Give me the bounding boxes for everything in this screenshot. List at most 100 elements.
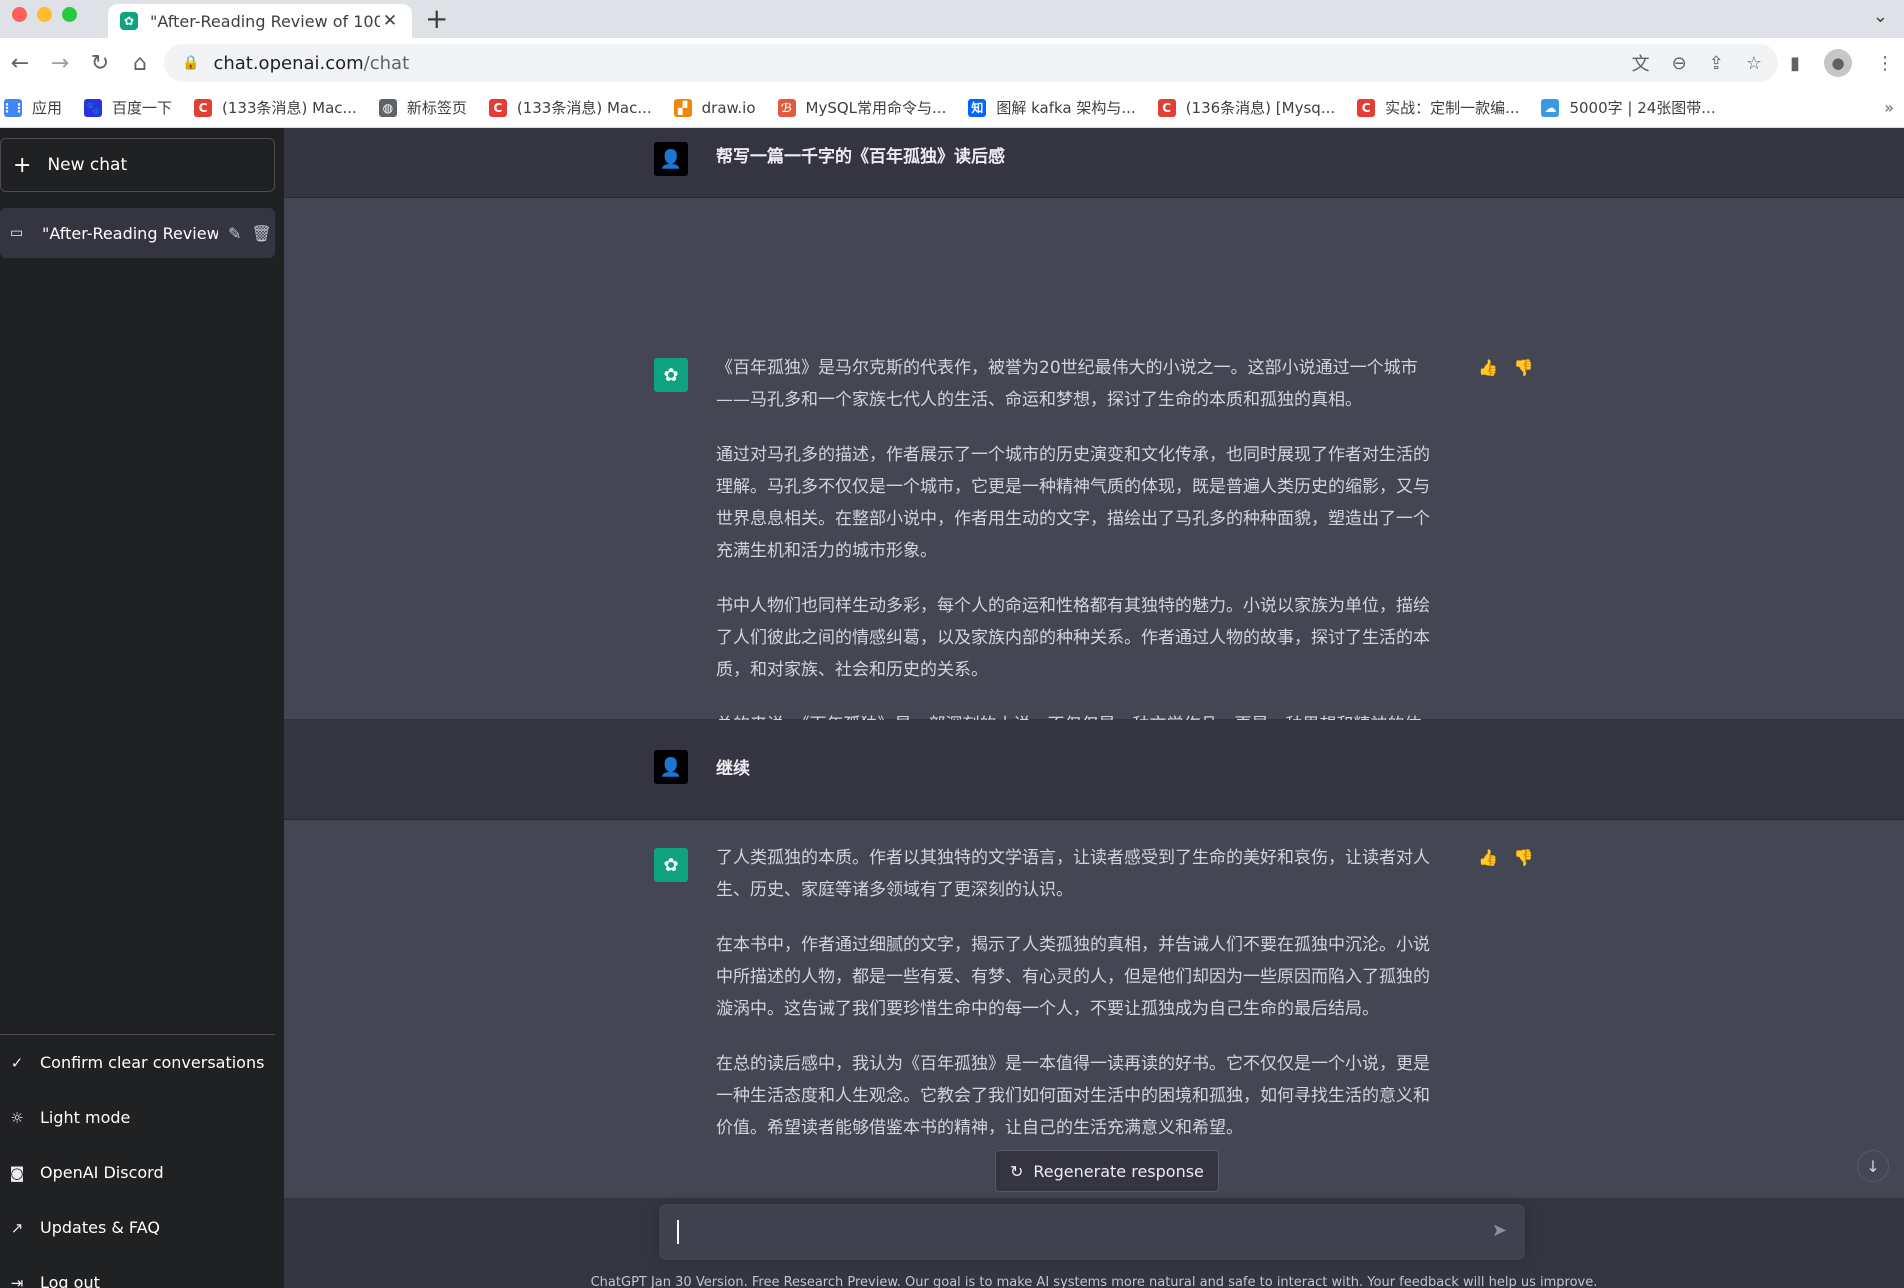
bookmarks-overflow-icon[interactable]: » bbox=[1884, 98, 1894, 117]
chat-bubble-icon: ▭ bbox=[10, 225, 24, 241]
plus-icon: + bbox=[13, 152, 32, 178]
assistant-paragraph: 书中人物们也同样生动多彩，每个人的命运和性格都有其独特的魅力。小说以家族为单位，… bbox=[716, 596, 1430, 680]
drawio-icon: ▞ bbox=[673, 98, 692, 117]
zoom-icon[interactable]: ⊖ bbox=[1672, 53, 1687, 74]
bookmark-label: draw.io bbox=[701, 98, 756, 117]
check-icon: ✓ bbox=[10, 1053, 24, 1072]
csdn-icon: C bbox=[194, 98, 213, 117]
bookmark-label: 实战：定制一款编... bbox=[1385, 99, 1520, 117]
sidebar-item-log-out[interactable]: ⇥ Log out bbox=[0, 1255, 275, 1288]
jianshu-icon: ℬ bbox=[777, 98, 796, 117]
thumbs-up-icon[interactable]: 👍 bbox=[1478, 848, 1498, 867]
browser-menu-icon[interactable]: ⋮ bbox=[1876, 53, 1894, 74]
edit-pencil-icon[interactable]: ✎ bbox=[228, 224, 241, 243]
window-zoom-button[interactable] bbox=[62, 7, 77, 22]
assistant-paragraph: 在总的读后感中，我认为《百年孤独》是一本值得一读再读的好书。它不仅仅是一个小说，… bbox=[716, 1054, 1430, 1138]
csdn-icon: C bbox=[1357, 98, 1376, 117]
browser-tab-strip: ✿ "After-Reading Review of 100 ✕ + ⌄ bbox=[0, 0, 1904, 38]
apps-grid-icon: ⋮⋮ bbox=[1, 98, 25, 117]
bookmark-label: 新标签页 bbox=[406, 99, 467, 117]
user-message-text: 帮写一篇一千字的《百年孤独》读后感 bbox=[716, 147, 1005, 167]
openai-logo-icon: ✿ bbox=[654, 358, 688, 392]
zhihu-icon: 知 bbox=[968, 98, 987, 117]
bookmark-label: 5000字 | 24张图带... bbox=[1569, 99, 1716, 117]
assistant-message-text: 了人类孤独的本质。作者以其独特的文学语言，让读者感受到了生命的美好和哀伤，让读者… bbox=[716, 842, 1446, 1167]
new-tab-button[interactable]: + bbox=[425, 4, 448, 34]
sidebar-item-confirm-clear-conversations[interactable]: ✓ Confirm clear conversations bbox=[0, 1035, 275, 1090]
browser-tab-active[interactable]: ✿ "After-Reading Review of 100 ✕ bbox=[108, 4, 412, 38]
sidebar-item-label: Confirm clear conversations bbox=[40, 1053, 265, 1072]
sidebar-item-updates-faq[interactable]: ↗ Updates & FAQ bbox=[0, 1200, 275, 1255]
bookmark-item[interactable]: ⋮⋮ 应用 bbox=[1, 97, 63, 118]
user-avatar-icon: 👤 bbox=[654, 142, 688, 176]
send-paper-plane-icon[interactable]: ➤ bbox=[1492, 1220, 1507, 1241]
tab-search-chevron-icon[interactable]: ⌄ bbox=[1873, 6, 1888, 27]
bookmark-item[interactable]: C (133条消息) Mac... bbox=[488, 97, 652, 118]
chat-area: 👤 帮写一篇一千字的《百年孤独》读后感 ✿ 《百年孤独》是马尔克斯的代表作，被誉… bbox=[284, 128, 1904, 1288]
bookmark-item[interactable]: ▞ draw.io bbox=[673, 98, 756, 117]
message-input[interactable] bbox=[677, 1222, 1457, 1242]
bookmark-label: 应用 bbox=[32, 99, 63, 117]
text-caret bbox=[677, 1220, 679, 1244]
bookmark-star-icon[interactable]: ☆ bbox=[1746, 53, 1762, 74]
csdn-icon: C bbox=[1157, 98, 1176, 117]
sidebar-item-label: Updates & FAQ bbox=[40, 1218, 160, 1237]
regenerate-response-button[interactable]: ↻ Regenerate response bbox=[995, 1150, 1219, 1192]
bookmark-item[interactable]: ☁ 5000字 | 24张图带... bbox=[1541, 97, 1716, 118]
window-minimize-button[interactable] bbox=[37, 7, 52, 22]
share-icon[interactable]: ⇪ bbox=[1709, 53, 1724, 74]
sidebar-item-light-mode[interactable]: ☼ Light mode bbox=[0, 1090, 275, 1145]
sidebar: + New chat ▭ "After-Reading Review ✎ 🗑 ✓… bbox=[0, 128, 284, 1288]
back-arrow-icon[interactable]: ← bbox=[0, 51, 40, 76]
bookmark-item[interactable]: C 实战：定制一款编... bbox=[1357, 97, 1519, 118]
reload-icon[interactable]: ↻ bbox=[80, 51, 120, 76]
sidebar-item-label: Light mode bbox=[40, 1108, 131, 1127]
openai-logo-icon: ✿ bbox=[654, 848, 688, 882]
bookmark-item[interactable]: ℬ MySQL常用命令与... bbox=[777, 97, 947, 118]
lock-icon[interactable]: 🔒 bbox=[182, 55, 199, 71]
new-chat-label: New chat bbox=[47, 155, 128, 175]
browser-toolbar: ← → ↻ ⌂ 🔒 chat.openai.com/chat 文 ⊖ ⇪ ☆ ▮… bbox=[0, 38, 1904, 88]
translate-icon[interactable]: 文 bbox=[1632, 50, 1650, 76]
bookmark-item[interactable]: 🐾 百度一下 bbox=[84, 97, 172, 118]
home-icon[interactable]: ⌂ bbox=[120, 51, 160, 76]
bookmark-item[interactable]: 知图解 kafka 架构与... bbox=[968, 97, 1136, 118]
user-message-text: 继续 bbox=[716, 759, 750, 779]
thumbs-down-icon[interactable]: 👎 bbox=[1514, 358, 1534, 377]
tab-title: "After-Reading Review of 100 bbox=[150, 11, 380, 31]
bookmark-label: MySQL常用命令与... bbox=[805, 99, 947, 117]
forward-arrow-icon[interactable]: → bbox=[40, 51, 80, 76]
globe-icon: ◍ bbox=[378, 98, 397, 117]
sidebar-item-label: Log out bbox=[40, 1273, 100, 1288]
trash-icon[interactable]: 🗑 bbox=[251, 224, 271, 243]
address-bar[interactable]: 🔒 chat.openai.com/chat 文 ⊖ ⇪ ☆ bbox=[164, 44, 1778, 82]
user-message: 👤 帮写一篇一千字的《百年孤独》读后感 bbox=[284, 128, 1904, 198]
thumbs-down-icon[interactable]: 👎 bbox=[1514, 848, 1534, 867]
csdn-icon: C bbox=[488, 98, 507, 117]
side-panel-icon[interactable]: ▮ bbox=[1790, 53, 1800, 74]
assistant-paragraph: 在本书中，作者通过细腻的文字，揭示了人类孤独的真相，并告诫人们不要在孤独中沉沦。… bbox=[716, 935, 1430, 1019]
conversation-item[interactable]: ▭ "After-Reading Review ✎ 🗑 bbox=[0, 208, 275, 258]
window-close-button[interactable] bbox=[12, 7, 27, 22]
url-host: chat.openai.com bbox=[213, 52, 364, 74]
openai-favicon-icon: ✿ bbox=[120, 12, 138, 30]
bookmark-label: (133条消息) Mac... bbox=[516, 99, 652, 117]
bookmark-label: (133条消息) Mac... bbox=[222, 99, 357, 117]
tab-close-icon[interactable]: ✕ bbox=[380, 11, 400, 31]
bookmark-item[interactable]: ◍ 新标签页 bbox=[378, 97, 467, 118]
bookmark-item[interactable]: C (136条消息) [Mysq... bbox=[1157, 97, 1335, 118]
profile-avatar-icon[interactable]: ● bbox=[1824, 49, 1852, 77]
thumbs-up-icon[interactable]: 👍 bbox=[1478, 358, 1498, 377]
scroll-to-bottom-button[interactable]: ↓ bbox=[1857, 1150, 1889, 1182]
message-input-box[interactable]: ➤ bbox=[659, 1204, 1525, 1260]
new-chat-button[interactable]: + New chat bbox=[0, 138, 275, 192]
sidebar-bottom-menu: ✓ Confirm clear conversations ☼ Light mode ◙… bbox=[0, 1034, 275, 1288]
assistant-paragraph: 通过对马孔多的描述，作者展示了一个城市的历史演变和文化传承，也同时展现了作者对生… bbox=[716, 445, 1430, 561]
bookmark-item[interactable]: C (133条消息) Mac... bbox=[194, 97, 357, 118]
sidebar-item-openai-discord[interactable]: ◙ OpenAI Discord bbox=[0, 1145, 275, 1200]
regenerate-label: Regenerate response bbox=[1033, 1161, 1204, 1181]
bookmark-label: 图解 kafka 架构与... bbox=[996, 99, 1136, 117]
footer-disclaimer: ChatGPT Jan 30 Version. Free Research Pr… bbox=[590, 1275, 1598, 1288]
cloud-icon: ☁ bbox=[1541, 98, 1560, 117]
assistant-paragraph: 《百年孤独》是马尔克斯的代表作，被誉为20世纪最伟大的小说之一。这部小说通过一个… bbox=[716, 358, 1418, 410]
